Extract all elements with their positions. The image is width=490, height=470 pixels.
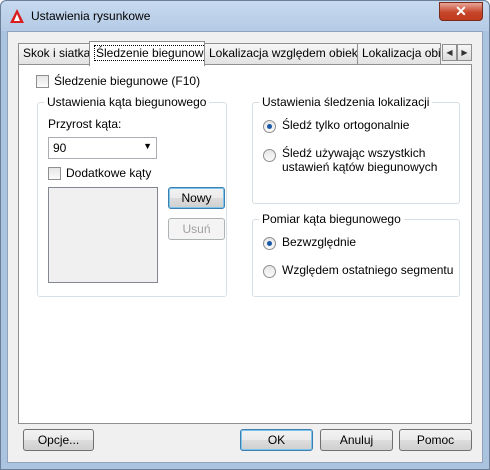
group-title: Pomiar kąta biegunowego xyxy=(259,212,404,226)
button-label: Nowy xyxy=(181,191,212,205)
track-orthogonal-label: Śledź tylko ortogonalnie xyxy=(282,118,410,132)
relative-segment-label: Względem ostatniego segmentu xyxy=(282,263,454,277)
title-bar[interactable]: Ustawienia rysunkowe ✕ xyxy=(1,1,489,31)
track-all-polar-label-line2: ustawień kątów biegunowych xyxy=(282,160,438,174)
button-label: OK xyxy=(267,433,286,447)
tab-object-snap-3d[interactable]: Lokalizacja obiek xyxy=(357,43,441,64)
polar-angle-measurement-group: Pomiar kąta biegunowego Bezwzględnie Wzg… xyxy=(252,212,460,297)
track-all-polar-radio[interactable] xyxy=(263,149,276,162)
absolute-radio[interactable] xyxy=(263,237,276,250)
close-icon: ✕ xyxy=(455,3,467,19)
polar-angle-settings-group: Ustawienia kąta biegunowego Przyrost kąt… xyxy=(37,95,227,297)
tab-label: Lokalizacja względem obiektu xyxy=(209,46,358,60)
track-orthogonal-radio[interactable] xyxy=(263,120,276,133)
button-label: Opcje... xyxy=(37,433,80,447)
group-title: Ustawienia kąta biegunowego xyxy=(44,95,210,109)
chevron-right-icon: ▶ xyxy=(461,48,468,57)
dialog-client-area: Skok i siatka Śledzenie biegunowe Lokali… xyxy=(7,31,483,463)
increment-angle-label: Przyrost kąta: xyxy=(48,117,122,131)
tab-scroll-left-button[interactable]: ◀ xyxy=(442,44,457,61)
track-all-polar-label-line1: Śledź używając wszystkich xyxy=(282,146,426,160)
group-title: Ustawienia śledzenia lokalizacji xyxy=(259,95,433,109)
new-angle-button[interactable]: Nowy xyxy=(168,187,225,209)
tab-snap-grid[interactable]: Skok i siatka xyxy=(18,43,90,64)
tab-label: Lokalizacja obiek xyxy=(362,46,441,60)
increment-angle-value: 90 xyxy=(53,141,67,155)
tab-polar-tracking[interactable]: Śledzenie biegunowe xyxy=(89,41,205,66)
polar-tracking-checkbox[interactable] xyxy=(36,75,49,88)
window-title: Ustawienia rysunkowe xyxy=(31,9,151,23)
chevron-down-icon: ▼ xyxy=(143,141,152,151)
button-label: Anuluj xyxy=(339,433,374,447)
delete-angle-button[interactable]: Usuń xyxy=(168,218,225,240)
additional-angles-list[interactable] xyxy=(48,187,158,283)
tab-label: Skok i siatka xyxy=(23,46,90,60)
app-icon xyxy=(10,9,24,23)
ok-button[interactable]: OK xyxy=(240,429,313,451)
object-snap-tracking-group: Ustawienia śledzenia lokalizacji Śledź t… xyxy=(252,95,460,204)
additional-angles-label: Dodatkowe kąty xyxy=(66,166,152,180)
tab-scroll-right-button[interactable]: ▶ xyxy=(457,44,472,61)
help-button[interactable]: Pomoc xyxy=(399,429,472,451)
tab-label: Śledzenie biegunowe xyxy=(94,45,204,61)
options-button[interactable]: Opcje... xyxy=(23,429,94,451)
button-label: Pomoc xyxy=(416,433,455,447)
relative-segment-radio[interactable] xyxy=(263,265,276,278)
cancel-button[interactable]: Anuluj xyxy=(320,429,393,451)
additional-angles-checkbox[interactable] xyxy=(48,167,61,180)
button-label: Usuń xyxy=(182,222,211,236)
dialog-window: Ustawienia rysunkowe ✕ Skok i siatka Śle… xyxy=(0,0,490,470)
polar-tracking-label: Śledzenie biegunowe (F10) xyxy=(54,74,201,88)
close-button[interactable]: ✕ xyxy=(439,2,483,21)
chevron-left-icon: ◀ xyxy=(446,48,453,57)
increment-angle-dropdown[interactable]: 90 ▼ xyxy=(48,137,157,159)
tab-object-snap[interactable]: Lokalizacja względem obiektu xyxy=(204,43,358,64)
tab-panel-polar-tracking: Śledzenie biegunowe (F10) Ustawienia kąt… xyxy=(18,64,472,424)
absolute-label: Bezwzględnie xyxy=(282,235,357,249)
